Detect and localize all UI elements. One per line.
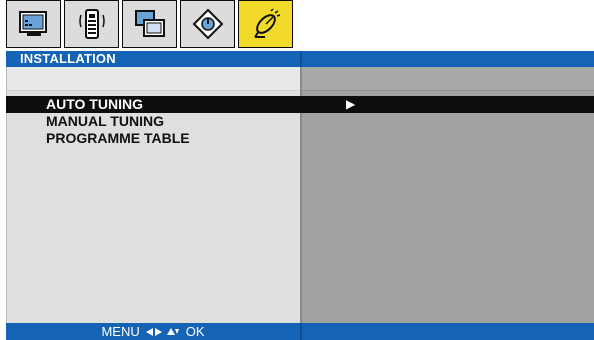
- satellite-installation-icon: [249, 7, 283, 41]
- menu-item-manual-tuning[interactable]: MANUAL TUNING: [6, 113, 594, 130]
- menu-item-programme-table[interactable]: PROGRAMME TABLE: [6, 130, 594, 147]
- menu-item-label: PROGRAMME TABLE: [46, 130, 190, 146]
- tab-sound[interactable]: [64, 0, 119, 48]
- settings-dial-icon: [191, 7, 225, 41]
- footer-right: [300, 323, 594, 340]
- menu-tabs: [6, 0, 300, 50]
- title-bar: INSTALLATION: [6, 51, 594, 67]
- tv-picture-icon: [17, 7, 51, 41]
- tab-settings[interactable]: [180, 0, 235, 48]
- submenu-arrow-icon: ▶: [346, 97, 356, 111]
- ok-key-label: OK: [185, 324, 205, 339]
- windows-features-icon: [133, 7, 167, 41]
- footer-bar: MENU OK: [6, 323, 594, 340]
- menu-item-auto-tuning[interactable]: AUTO TUNING ▶: [6, 96, 594, 113]
- menu-key-label: MENU: [101, 324, 140, 339]
- menu-item-label: AUTO TUNING: [46, 96, 143, 112]
- menu-item-label: MANUAL TUNING: [46, 113, 164, 129]
- tab-picture[interactable]: [6, 0, 61, 48]
- tab-installation[interactable]: [238, 0, 293, 48]
- osd-menu: INSTALLATION AUTO TUNING ▶ MANUAL TUNING…: [6, 0, 594, 340]
- tab-features[interactable]: [122, 0, 177, 48]
- arrows-left-right-up-down-icon: [145, 327, 180, 337]
- footer-hint: MENU OK: [6, 323, 300, 340]
- sound-remote-icon: [75, 7, 109, 41]
- page-title: INSTALLATION: [20, 51, 116, 66]
- installation-menu: AUTO TUNING ▶ MANUAL TUNING PROGRAMME TA…: [6, 96, 594, 147]
- menu-panel-header-strip: [7, 67, 300, 91]
- submenu-panel-header-strip: [302, 67, 594, 91]
- title-bar-right: [300, 51, 594, 67]
